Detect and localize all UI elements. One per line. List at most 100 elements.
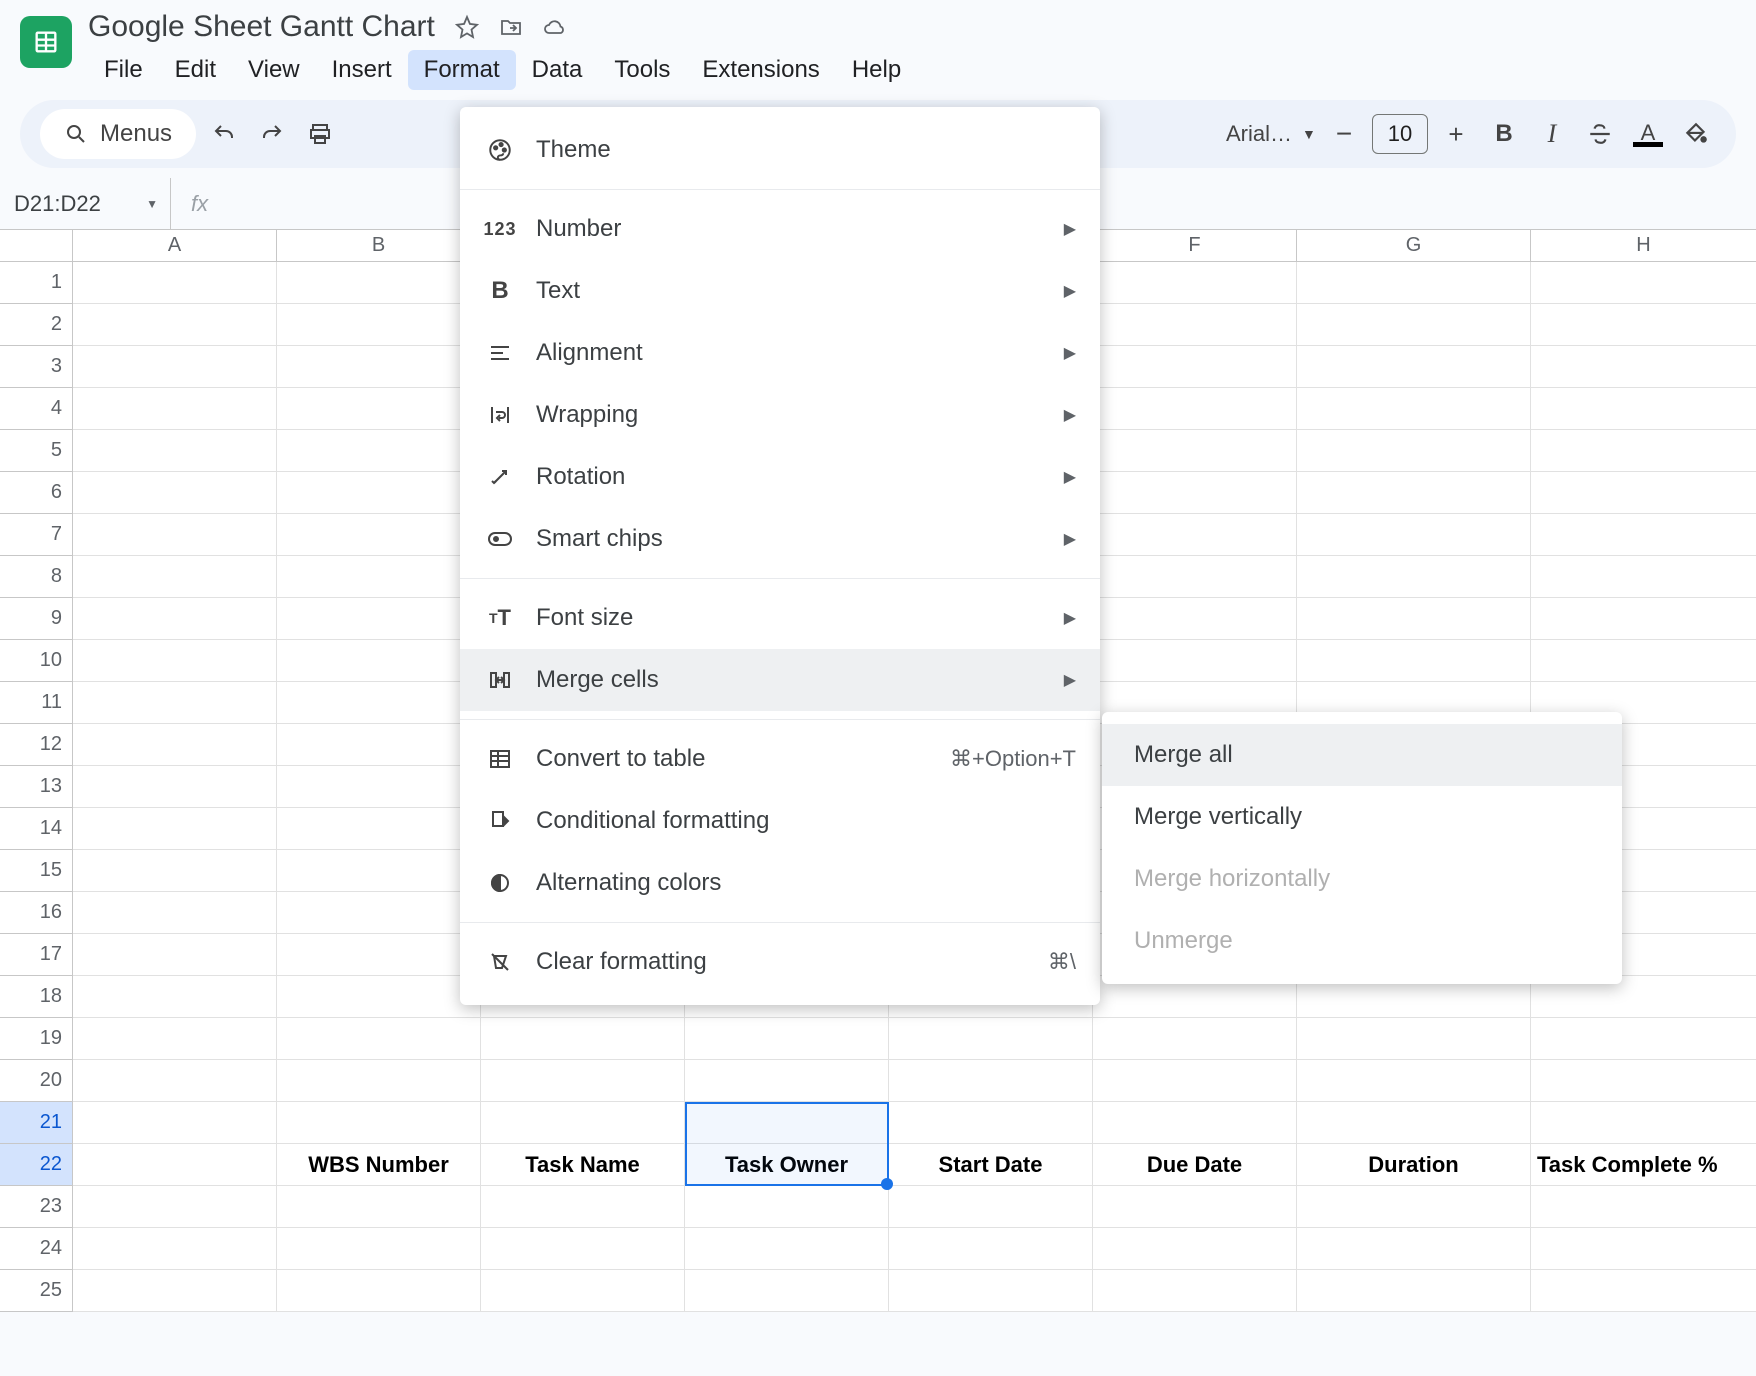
format-menu-theme[interactable]: Theme: [460, 119, 1100, 181]
format-menu-alignment[interactable]: Alignment▶: [460, 322, 1100, 384]
cell-A14[interactable]: [73, 808, 277, 850]
redo-button[interactable]: [252, 114, 292, 154]
cell-E21[interactable]: [889, 1102, 1093, 1144]
cell-C24[interactable]: [481, 1228, 685, 1270]
cell-H24[interactable]: [1531, 1228, 1756, 1270]
cell-H23[interactable]: [1531, 1186, 1756, 1228]
doc-title[interactable]: Google Sheet Gantt Chart: [88, 10, 435, 44]
cell-A4[interactable]: [73, 388, 277, 430]
cell-A2[interactable]: [73, 304, 277, 346]
undo-button[interactable]: [204, 114, 244, 154]
cell-D21[interactable]: [685, 1102, 889, 1144]
font-name-select[interactable]: Arial… ▼: [1226, 121, 1316, 147]
format-menu-font-size[interactable]: TTFont size▶: [460, 587, 1100, 649]
cell-G3[interactable]: [1297, 346, 1531, 388]
format-menu-conditional-formatting[interactable]: Conditional formatting: [460, 790, 1100, 852]
format-menu-wrapping[interactable]: Wrapping▶: [460, 384, 1100, 446]
cell-A9[interactable]: [73, 598, 277, 640]
cell-A10[interactable]: [73, 640, 277, 682]
row-header-19[interactable]: 19: [0, 1018, 73, 1060]
cell-G25[interactable]: [1297, 1270, 1531, 1312]
cell-B24[interactable]: [277, 1228, 481, 1270]
cell-H3[interactable]: [1531, 346, 1756, 388]
cell-F2[interactable]: [1093, 304, 1297, 346]
cell-A18[interactable]: [73, 976, 277, 1018]
cell-G9[interactable]: [1297, 598, 1531, 640]
cell-B14[interactable]: [277, 808, 481, 850]
row-header-5[interactable]: 5: [0, 430, 73, 472]
cell-B5[interactable]: [277, 430, 481, 472]
cell-G5[interactable]: [1297, 430, 1531, 472]
format-menu-convert-to-table[interactable]: Convert to table⌘+Option+T: [460, 728, 1100, 790]
cell-F5[interactable]: [1093, 430, 1297, 472]
row-header-16[interactable]: 16: [0, 892, 73, 934]
cell-B8[interactable]: [277, 556, 481, 598]
cell-F22[interactable]: Due Date: [1093, 1144, 1297, 1186]
cell-F23[interactable]: [1093, 1186, 1297, 1228]
format-menu-text[interactable]: BText▶: [460, 260, 1100, 322]
column-header-G[interactable]: G: [1297, 230, 1531, 262]
cell-A20[interactable]: [73, 1060, 277, 1102]
cell-H8[interactable]: [1531, 556, 1756, 598]
cell-H4[interactable]: [1531, 388, 1756, 430]
cell-B3[interactable]: [277, 346, 481, 388]
cell-C22[interactable]: Task Name: [481, 1144, 685, 1186]
row-header-10[interactable]: 10: [0, 640, 73, 682]
row-header-24[interactable]: 24: [0, 1228, 73, 1270]
cell-C19[interactable]: [481, 1018, 685, 1060]
cell-D23[interactable]: [685, 1186, 889, 1228]
cell-H22[interactable]: Task Complete %: [1531, 1144, 1756, 1186]
row-header-20[interactable]: 20: [0, 1060, 73, 1102]
menu-insert[interactable]: Insert: [316, 50, 408, 90]
cell-C23[interactable]: [481, 1186, 685, 1228]
format-menu-number[interactable]: 123Number▶: [460, 198, 1100, 260]
cell-H1[interactable]: [1531, 262, 1756, 304]
cell-B12[interactable]: [277, 724, 481, 766]
cell-B18[interactable]: [277, 976, 481, 1018]
format-menu-alternating-colors[interactable]: Alternating colors: [460, 852, 1100, 914]
cell-G19[interactable]: [1297, 1018, 1531, 1060]
cell-G2[interactable]: [1297, 304, 1531, 346]
menu-help[interactable]: Help: [836, 50, 917, 90]
cell-A5[interactable]: [73, 430, 277, 472]
cell-E20[interactable]: [889, 1060, 1093, 1102]
cell-A16[interactable]: [73, 892, 277, 934]
cell-D25[interactable]: [685, 1270, 889, 1312]
cell-G4[interactable]: [1297, 388, 1531, 430]
sheets-logo[interactable]: [20, 16, 72, 68]
cell-F8[interactable]: [1093, 556, 1297, 598]
cell-B10[interactable]: [277, 640, 481, 682]
row-header-11[interactable]: 11: [0, 682, 73, 724]
column-header-A[interactable]: A: [73, 230, 277, 262]
cell-B19[interactable]: [277, 1018, 481, 1060]
cell-G23[interactable]: [1297, 1186, 1531, 1228]
cell-A13[interactable]: [73, 766, 277, 808]
row-header-8[interactable]: 8: [0, 556, 73, 598]
move-folder-icon[interactable]: [499, 15, 523, 39]
row-header-4[interactable]: 4: [0, 388, 73, 430]
cell-H20[interactable]: [1531, 1060, 1756, 1102]
paint-format-button[interactable]: [348, 114, 358, 154]
cell-E23[interactable]: [889, 1186, 1093, 1228]
cell-C25[interactable]: [481, 1270, 685, 1312]
strikethrough-button[interactable]: [1580, 114, 1620, 154]
cell-A8[interactable]: [73, 556, 277, 598]
print-button[interactable]: [300, 114, 340, 154]
cell-A22[interactable]: [73, 1144, 277, 1186]
cell-B17[interactable]: [277, 934, 481, 976]
row-header-23[interactable]: 23: [0, 1186, 73, 1228]
cell-G22[interactable]: Duration: [1297, 1144, 1531, 1186]
cell-H6[interactable]: [1531, 472, 1756, 514]
cell-G20[interactable]: [1297, 1060, 1531, 1102]
menu-tools[interactable]: Tools: [598, 50, 686, 90]
menu-extensions[interactable]: Extensions: [686, 50, 835, 90]
format-menu-clear-formatting[interactable]: Clear formatting⌘\: [460, 931, 1100, 993]
merge-option-merge-vertically[interactable]: Merge vertically: [1102, 786, 1622, 848]
cell-A21[interactable]: [73, 1102, 277, 1144]
cell-H9[interactable]: [1531, 598, 1756, 640]
cell-F7[interactable]: [1093, 514, 1297, 556]
row-header-2[interactable]: 2: [0, 304, 73, 346]
row-header-1[interactable]: 1: [0, 262, 73, 304]
decrease-font-size-button[interactable]: −: [1324, 114, 1364, 154]
cell-G6[interactable]: [1297, 472, 1531, 514]
